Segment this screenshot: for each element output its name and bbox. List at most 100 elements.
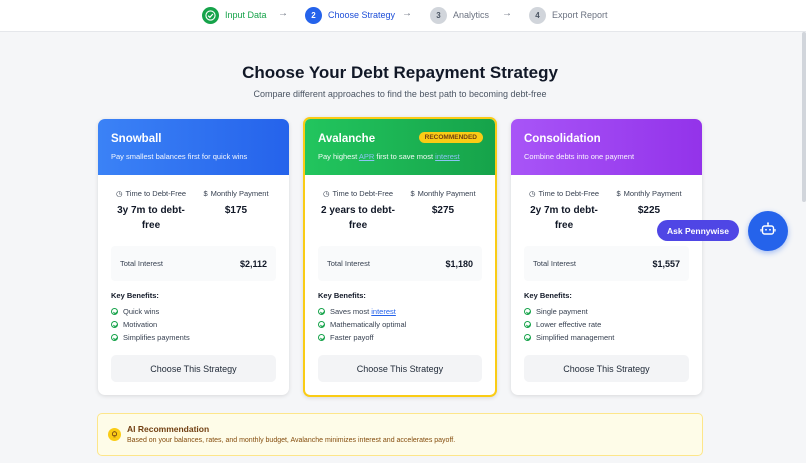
benefit-item: Saves most interest bbox=[318, 305, 482, 318]
interest-value: $1,557 bbox=[652, 258, 680, 269]
scrollbar[interactable] bbox=[802, 32, 806, 202]
benefits-title: Key Benefits: bbox=[111, 291, 159, 300]
check-icon bbox=[111, 308, 118, 315]
dollar-icon: $ bbox=[410, 189, 415, 198]
benefit-item: Quick wins bbox=[111, 305, 276, 318]
strategy-description: Pay highest APR first to save most inter… bbox=[318, 152, 460, 161]
step-number: 4 bbox=[529, 6, 546, 24]
recommended-badge: RECOMMENDED bbox=[418, 132, 483, 143]
step-label: Input Data bbox=[225, 10, 267, 20]
interest-link[interactable]: interest bbox=[435, 152, 460, 161]
step-choose-strategy[interactable]: 2 Choose Strategy bbox=[305, 5, 395, 25]
check-icon bbox=[524, 321, 531, 328]
metric-value: $225 bbox=[637, 205, 661, 216]
ask-pennywise-button[interactable]: Ask Pennywise bbox=[657, 220, 739, 241]
card-header: Consolidation Combine debts into one pay… bbox=[511, 119, 702, 175]
metric-label: Time to Debt-Free bbox=[332, 189, 394, 198]
strategy-name: Consolidation bbox=[524, 133, 601, 145]
benefit-item: Simplifies payments bbox=[111, 331, 276, 344]
benefit-item: Single payment bbox=[524, 305, 689, 318]
check-icon bbox=[318, 334, 325, 341]
check-icon bbox=[524, 334, 531, 341]
metric-value: $175 bbox=[224, 205, 248, 216]
strategy-description: Combine debts into one payment bbox=[524, 152, 635, 161]
metric-label: Time to Debt-Free bbox=[538, 189, 600, 198]
benefit-item: Simplified management bbox=[524, 331, 689, 344]
interest-label: Total Interest bbox=[120, 259, 163, 268]
metric-value: 3y 7m to debt-free bbox=[117, 205, 185, 231]
metric-label: Monthly Payment bbox=[417, 189, 476, 198]
benefit-item: Motivation bbox=[111, 318, 276, 331]
check-icon bbox=[318, 308, 325, 315]
clock-icon: ◷ bbox=[322, 189, 330, 198]
metric-label: Time to Debt-Free bbox=[125, 189, 187, 198]
choose-strategy-button[interactable]: Choose This Strategy bbox=[318, 355, 482, 382]
card-header: Avalanche RECOMMENDED Pay highest APR fi… bbox=[305, 119, 495, 175]
page-title: Choose Your Debt Repayment Strategy bbox=[242, 63, 558, 82]
time-to-debt-free: ◷ Time to Debt-Free 3y 7m to debt-free bbox=[111, 189, 191, 233]
lightbulb-icon bbox=[108, 428, 121, 441]
ai-recommendation-text: Based on your balances, rates, and month… bbox=[127, 437, 456, 444]
benefit-item: Lower effective rate bbox=[524, 318, 689, 331]
total-interest-box: Total Interest $1,180 bbox=[318, 246, 482, 281]
dollar-icon: $ bbox=[203, 189, 208, 198]
interest-link[interactable]: interest bbox=[371, 307, 396, 316]
monthly-payment: $ Monthly Payment $225 bbox=[609, 189, 689, 218]
check-icon bbox=[111, 334, 118, 341]
page-subtitle: Compare different approaches to find the… bbox=[253, 89, 547, 99]
metric-value: 2y 7m to debt-free bbox=[530, 205, 598, 231]
apr-link[interactable]: APR bbox=[359, 152, 374, 161]
total-interest-box: Total Interest $2,112 bbox=[111, 246, 276, 281]
robot-icon bbox=[760, 221, 776, 242]
interest-label: Total Interest bbox=[327, 259, 370, 268]
choose-strategy-button[interactable]: Choose This Strategy bbox=[524, 355, 689, 382]
arrow-right-icon: → bbox=[278, 8, 288, 19]
time-to-debt-free: ◷ Time to Debt-Free 2 years to debt-free bbox=[318, 189, 398, 233]
ai-recommendation-title: AI Recommendation bbox=[127, 424, 210, 434]
step-number: 2 bbox=[305, 6, 322, 24]
metric-label: Monthly Payment bbox=[623, 189, 682, 198]
strategy-card-snowball: Snowball Pay smallest balances first for… bbox=[98, 119, 289, 395]
check-icon bbox=[318, 321, 325, 328]
key-benefits: Key Benefits: Saves most interest Mathem… bbox=[318, 291, 482, 344]
arrow-right-icon: → bbox=[502, 8, 512, 19]
progress-stepper: Input Data → 2 Choose Strategy → 3 Analy… bbox=[0, 0, 806, 32]
metric-value: $275 bbox=[431, 205, 455, 216]
step-label: Analytics bbox=[453, 10, 490, 20]
check-circle-icon bbox=[202, 6, 219, 24]
arrow-right-icon: → bbox=[402, 8, 412, 19]
benefit-item: Faster payoff bbox=[318, 331, 482, 344]
benefits-title: Key Benefits: bbox=[318, 291, 366, 300]
strategy-card-avalanche: Avalanche RECOMMENDED Pay highest APR fi… bbox=[303, 117, 497, 397]
step-number: 3 bbox=[430, 6, 447, 24]
time-to-debt-free: ◷ Time to Debt-Free 2y 7m to debt-free bbox=[524, 189, 604, 233]
dollar-icon: $ bbox=[616, 189, 621, 198]
metric-value: 2 years to debt-free bbox=[321, 205, 395, 231]
monthly-payment: $ Monthly Payment $275 bbox=[403, 189, 483, 218]
benefits-title: Key Benefits: bbox=[524, 291, 572, 300]
card-header: Snowball Pay smallest balances first for… bbox=[98, 119, 289, 175]
metric-label: Monthly Payment bbox=[210, 189, 269, 198]
step-export-report[interactable]: 4 Export Report bbox=[529, 5, 608, 25]
check-icon bbox=[524, 308, 531, 315]
interest-value: $2,112 bbox=[239, 258, 267, 269]
interest-label: Total Interest bbox=[533, 259, 576, 268]
step-label: Export Report bbox=[552, 10, 608, 20]
interest-value: $1,180 bbox=[445, 258, 473, 269]
clock-icon: ◷ bbox=[115, 189, 123, 198]
step-analytics[interactable]: 3 Analytics bbox=[430, 5, 489, 25]
key-benefits: Key Benefits: Single payment Lower effec… bbox=[524, 291, 689, 344]
strategy-card-consolidation: Consolidation Combine debts into one pay… bbox=[511, 119, 702, 395]
ai-recommendation-box: AI Recommendation Based on your balances… bbox=[97, 413, 703, 456]
choose-strategy-button[interactable]: Choose This Strategy bbox=[111, 355, 276, 382]
total-interest-box: Total Interest $1,557 bbox=[524, 246, 689, 281]
step-input-data[interactable]: Input Data bbox=[202, 5, 267, 25]
benefit-item: Mathematically optimal bbox=[318, 318, 482, 331]
strategy-name: Snowball bbox=[111, 133, 162, 145]
step-label: Choose Strategy bbox=[328, 10, 396, 20]
key-benefits: Key Benefits: Quick wins Motivation Simp… bbox=[111, 291, 276, 344]
chat-bot-button[interactable] bbox=[748, 211, 788, 251]
clock-icon: ◷ bbox=[528, 189, 536, 198]
strategy-description: Pay smallest balances first for quick wi… bbox=[111, 152, 248, 161]
monthly-payment: $ Monthly Payment $175 bbox=[196, 189, 276, 218]
